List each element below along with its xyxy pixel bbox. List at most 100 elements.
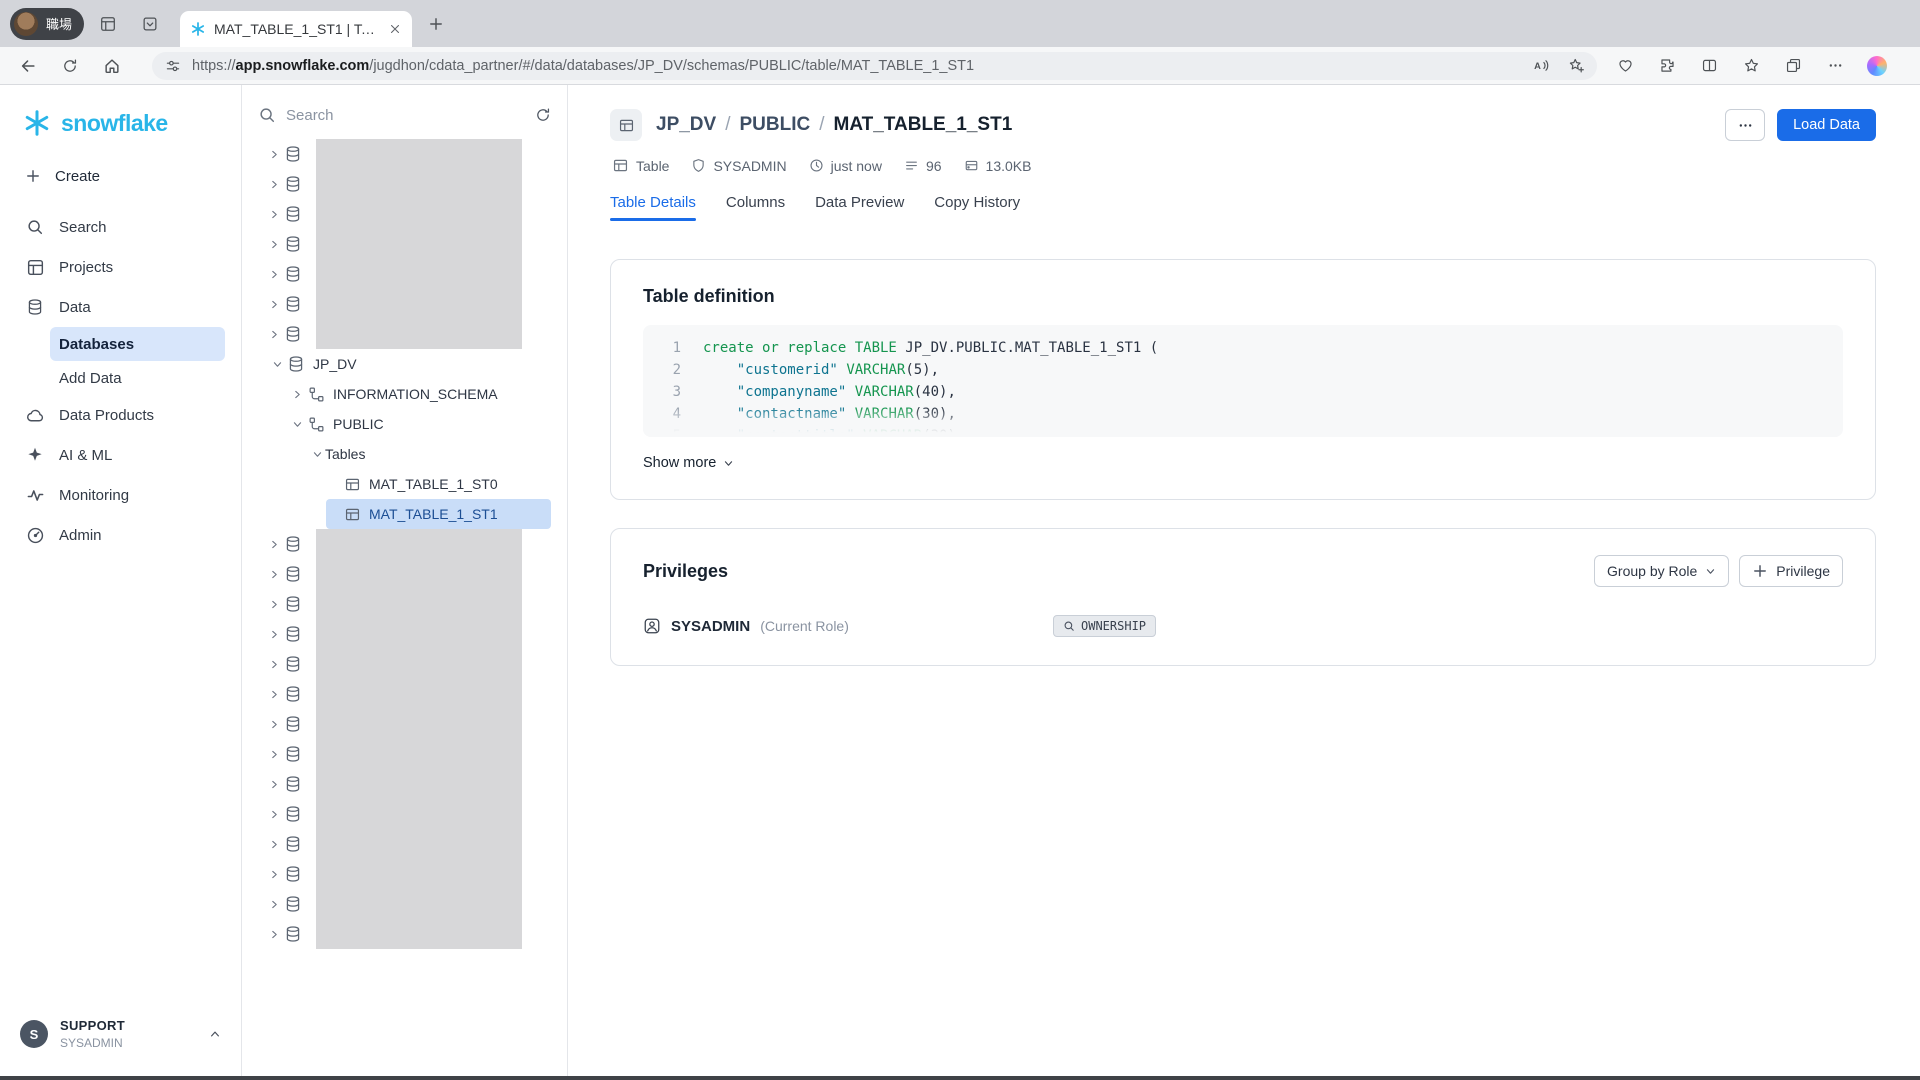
show-more-button[interactable]: Show more (643, 455, 734, 471)
chevron-down-icon[interactable] (309, 449, 325, 460)
refresh-icon[interactable] (54, 50, 86, 82)
chevron-right-icon[interactable] (289, 389, 305, 400)
tree-skeleton-row[interactable] (242, 679, 567, 709)
tree-skeleton-row[interactable] (242, 769, 567, 799)
sidebar-item-add-data[interactable]: Add Data (50, 361, 225, 395)
tab-close-icon[interactable] (388, 22, 402, 36)
group-by-role-button[interactable]: Group by Role (1594, 555, 1729, 587)
new-tab-button[interactable] (420, 8, 452, 40)
breadcrumb-segment-jp-dv[interactable]: JP_DV (656, 114, 716, 136)
code-token: VARCHAR (855, 384, 914, 400)
tree-skeleton-row[interactable] (242, 919, 567, 949)
more-actions-button[interactable] (1725, 109, 1765, 141)
chevron-down-icon[interactable] (269, 359, 285, 370)
sidebar-item-data-products[interactable]: Data Products (0, 395, 241, 435)
tree-skeleton-name (316, 709, 522, 739)
tree-skeleton-row[interactable] (242, 259, 567, 289)
sidebar-item-projects[interactable]: Projects (0, 247, 241, 287)
chevron-right-icon (266, 269, 282, 280)
tree-skeleton-row[interactable] (242, 859, 567, 889)
snowflake-logo[interactable]: snowflake (0, 105, 241, 141)
tree-skeleton-row[interactable] (242, 649, 567, 679)
tree-skeleton-row[interactable] (242, 559, 567, 589)
svg-text:A: A (1534, 61, 1541, 71)
create-button[interactable]: Create (0, 157, 241, 195)
tree-skeleton-row[interactable] (242, 169, 567, 199)
read-aloud-icon[interactable]: A (1527, 53, 1553, 79)
support-menu[interactable]: S SUPPORT SYSADMIN (0, 1018, 241, 1050)
snowsight-app: snowflake Create SearchProjectsDataDatab… (0, 85, 1920, 1076)
tree-skeleton-name (316, 679, 522, 709)
code-token (846, 384, 854, 400)
tab-copy-history[interactable]: Copy History (934, 194, 1020, 221)
tab-table-details[interactable]: Table Details (610, 194, 696, 221)
tree-node-tables[interactable]: Tables (242, 439, 567, 469)
site-info-icon[interactable] (160, 53, 186, 79)
split-icon[interactable] (1693, 50, 1725, 82)
tree-node-public[interactable]: PUBLIC (242, 409, 567, 439)
copilot-icon[interactable] (1861, 50, 1893, 82)
back-icon[interactable] (12, 50, 44, 82)
tree-skeleton-row[interactable] (242, 889, 567, 919)
tree-search[interactable]: Search (258, 99, 551, 131)
tab-columns[interactable]: Columns (726, 194, 785, 221)
add-favorite-icon[interactable] (1563, 53, 1589, 79)
collections-icon[interactable] (1777, 50, 1809, 82)
tree-skeleton-row[interactable] (242, 319, 567, 349)
tree-node-mat-table-1-st1[interactable]: MAT_TABLE_1_ST1 (242, 499, 567, 529)
browser-profile-chip[interactable]: 職場 (10, 8, 84, 40)
home-icon[interactable] (96, 50, 128, 82)
sidebar-item-monitoring[interactable]: Monitoring (0, 475, 241, 515)
workspaces-icon[interactable] (92, 8, 124, 40)
code-token: "customerid" (737, 362, 838, 378)
extensions-icon[interactable] (1651, 50, 1683, 82)
tree-skeleton-name (316, 529, 522, 559)
url-path: /jugdhon/cdata_partner/#/data/databases/… (369, 58, 974, 74)
tree-skeleton-row[interactable] (242, 529, 567, 559)
database-icon (284, 535, 302, 553)
url-bar[interactable]: https://app.snowflake.com/jugdhon/cdata_… (152, 52, 1597, 80)
more-icon[interactable] (1819, 50, 1851, 82)
tree-skeleton-name (316, 889, 522, 919)
tab-actions-icon[interactable] (134, 8, 166, 40)
tree-skeleton-row[interactable] (242, 289, 567, 319)
meta-table: Table (612, 157, 669, 174)
favorites-icon[interactable] (1735, 50, 1767, 82)
tree-skeleton-row[interactable] (242, 829, 567, 859)
tree-skeleton-row[interactable] (242, 739, 567, 769)
table-meta-row: TableSYSADMINjust now9613.0KB (612, 157, 1876, 174)
breadcrumb-segment-public[interactable]: PUBLIC (739, 114, 810, 136)
tree-skeleton-row[interactable] (242, 709, 567, 739)
chevron-down-icon[interactable] (289, 419, 305, 430)
privileges-title: Privileges (643, 561, 728, 582)
tree-skeleton-row[interactable] (242, 799, 567, 829)
browser-tab-active[interactable]: MAT_TABLE_1_ST1 | Table (180, 11, 412, 47)
refresh-icon[interactable] (535, 107, 551, 123)
create-label: Create (55, 168, 100, 185)
tree-skeleton-row[interactable] (242, 229, 567, 259)
tree-node-jp-dv[interactable]: JP_DV (242, 349, 567, 379)
tree-skeleton-row[interactable] (242, 589, 567, 619)
essentials-icon[interactable] (1609, 50, 1641, 82)
tree-skeleton-row[interactable] (242, 199, 567, 229)
add-privilege-button[interactable]: Privilege (1739, 555, 1843, 587)
sidebar-item-ai-ml[interactable]: AI & ML (0, 435, 241, 475)
breadcrumb: JP_DV/PUBLIC/MAT_TABLE_1_ST1 (656, 114, 1012, 136)
tab-data-preview[interactable]: Data Preview (815, 194, 904, 221)
sidebar-item-search[interactable]: Search (0, 207, 241, 247)
tree-node-mat-table-1-st0[interactable]: MAT_TABLE_1_ST0 (242, 469, 567, 499)
chevron-right-icon (266, 689, 282, 700)
tree-skeleton-row[interactable] (242, 619, 567, 649)
tree-node-information-schema[interactable]: INFORMATION_SCHEMA (242, 379, 567, 409)
tree-skeleton-row[interactable] (242, 139, 567, 169)
snowflake-wordmark: snowflake (61, 110, 168, 137)
chevron-right-icon (266, 539, 282, 550)
sidebar-item-databases[interactable]: Databases (50, 327, 225, 361)
sidebar-item-data[interactable]: Data (0, 287, 241, 327)
meta-label: 96 (926, 158, 942, 174)
sidebar-item-admin[interactable]: Admin (0, 515, 241, 555)
load-data-button[interactable]: Load Data (1777, 109, 1876, 141)
size-icon (964, 158, 979, 173)
code-token (703, 384, 737, 400)
breadcrumb-segment-mat-table-1-st1: MAT_TABLE_1_ST1 (834, 114, 1013, 136)
